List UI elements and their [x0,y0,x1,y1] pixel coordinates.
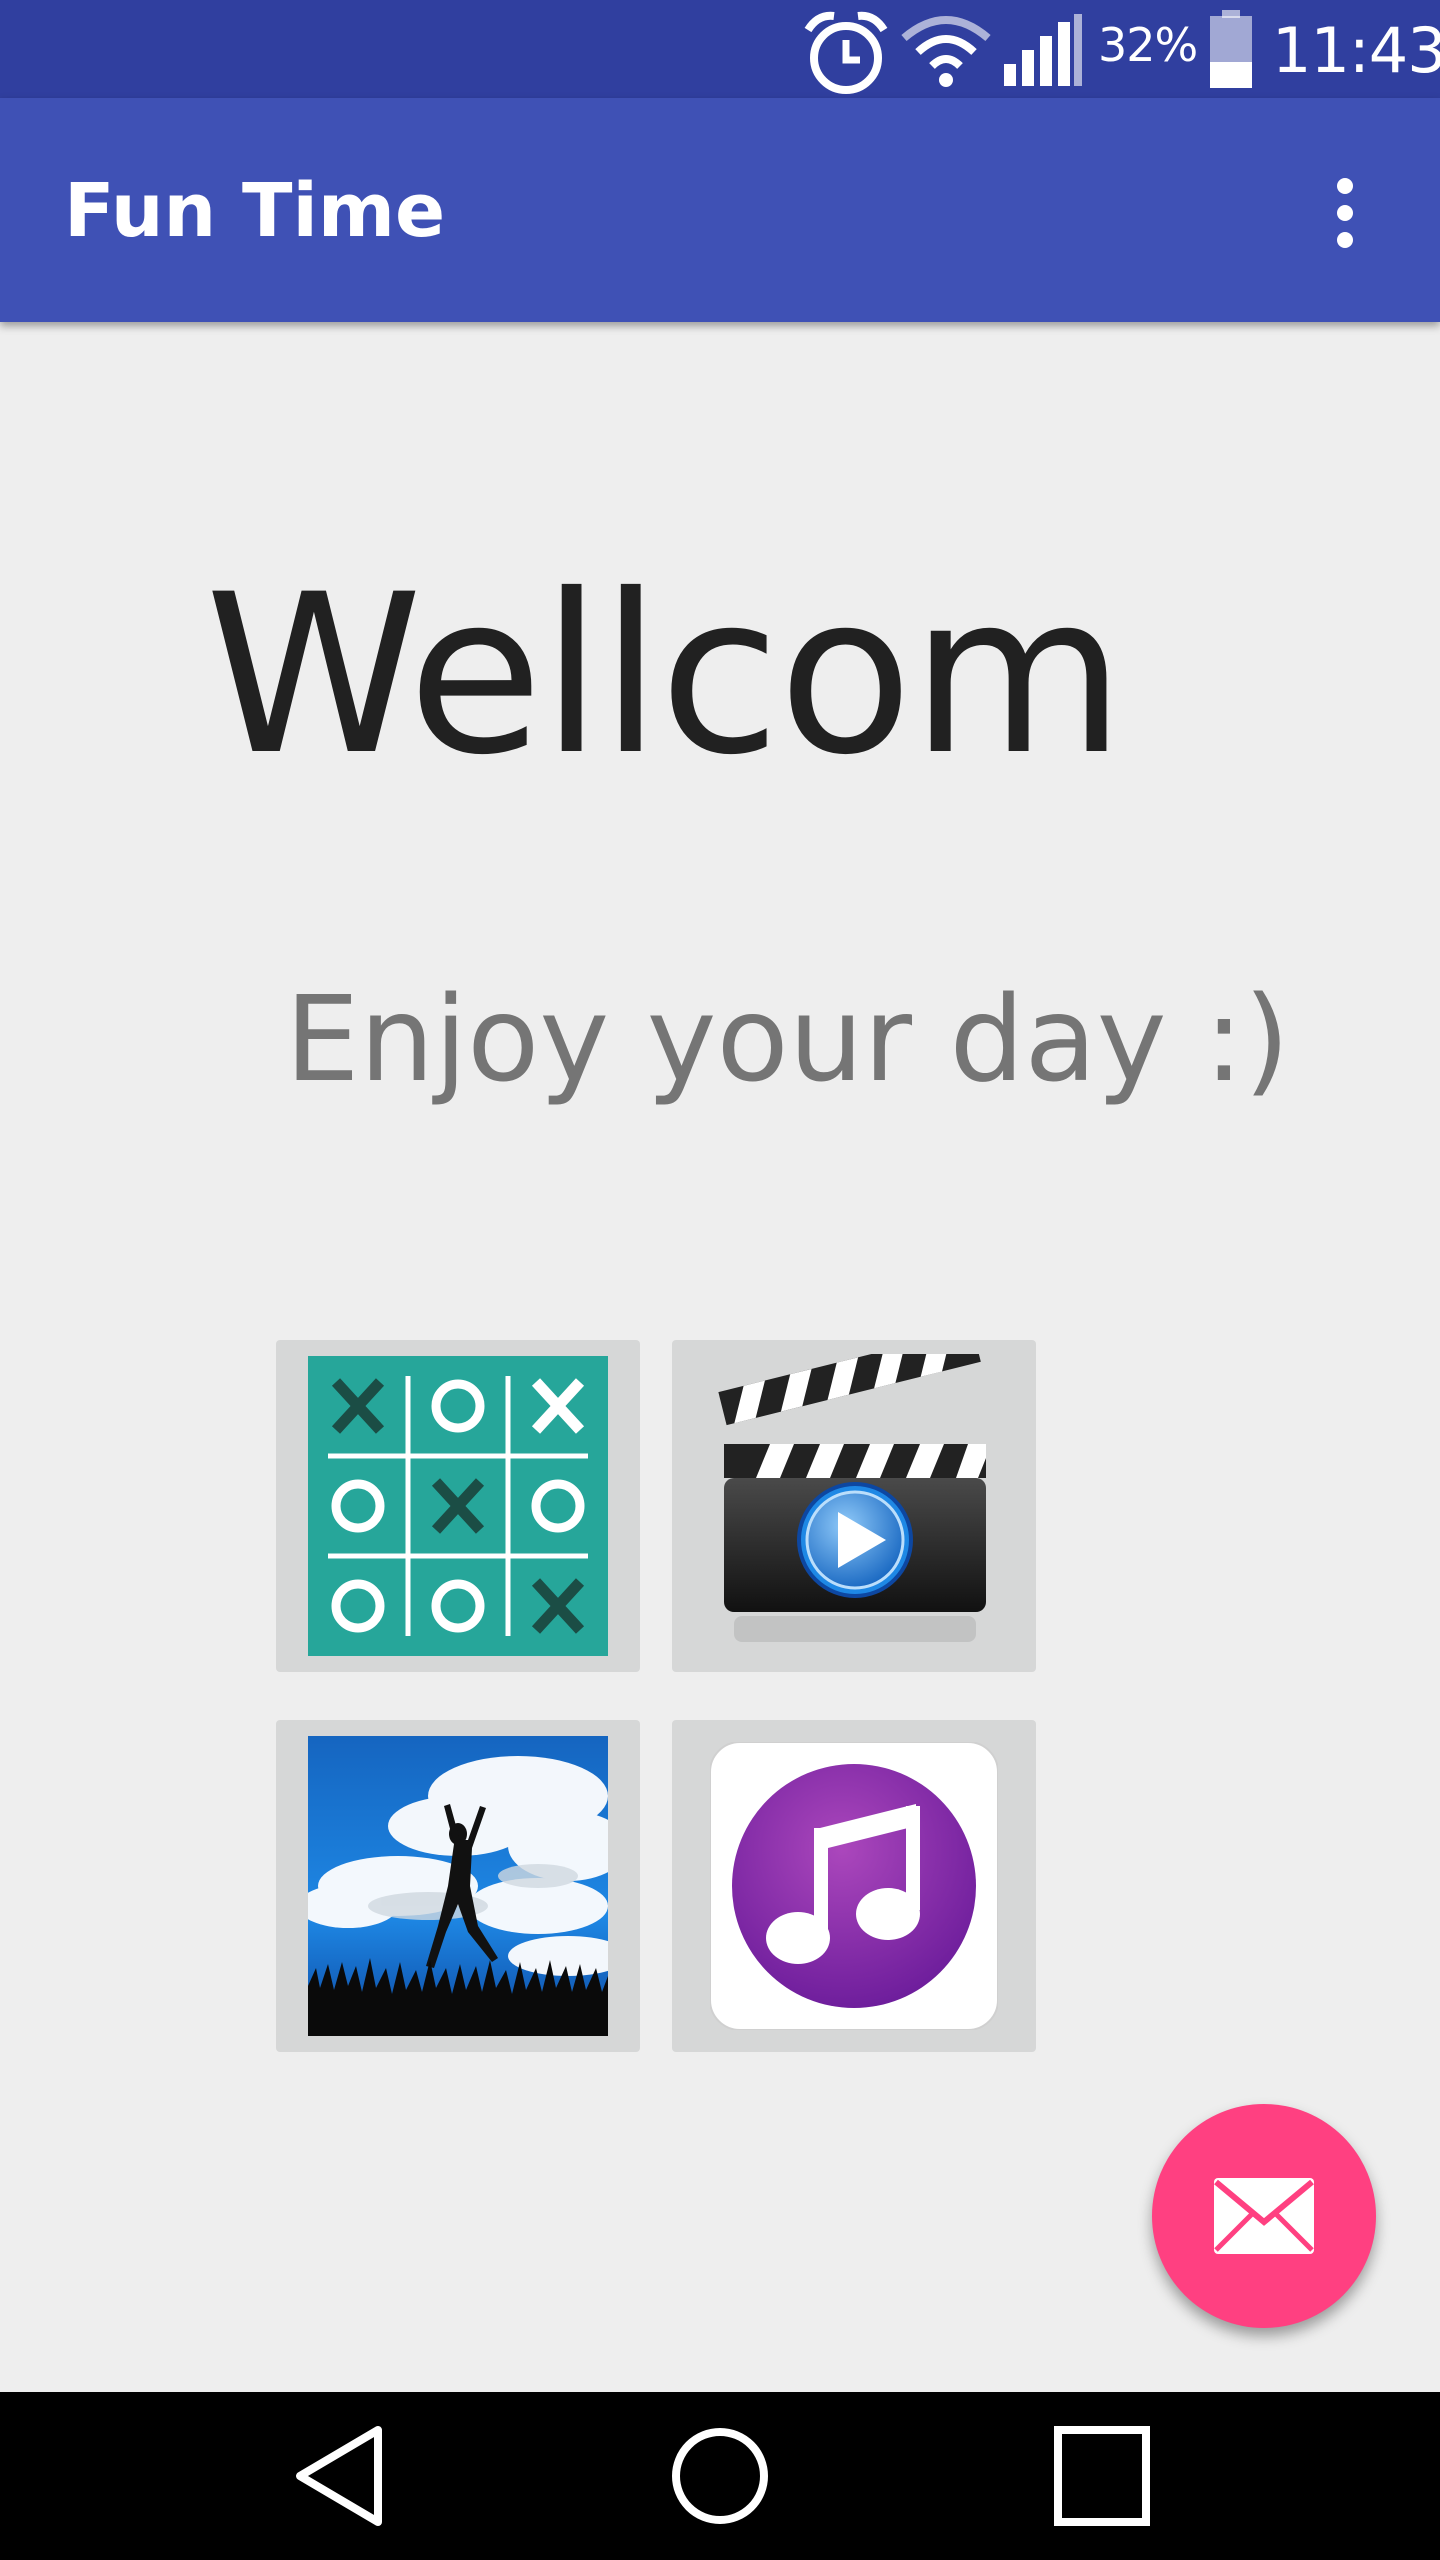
app-title: Fun Time [64,168,446,254]
music-button[interactable] [672,1720,1036,2052]
battery-percent: 32% [1098,18,1198,72]
tic-tac-toe-button[interactable] [276,1340,640,1672]
signal-icon [1004,14,1082,86]
email-fab-button[interactable] [1152,2104,1376,2328]
clapperboard-play-icon [718,1354,986,1642]
home-icon[interactable] [668,2416,772,2536]
video-button[interactable] [672,1340,1036,1672]
status-bar: 32% 11:43 [0,0,1440,98]
dancing-silhouette-photo [308,1736,608,2036]
battery-icon [1210,10,1252,88]
overflow-menu-button[interactable] [1310,168,1380,258]
alarm-icon [804,11,888,94]
music-note-icon [710,1742,998,2030]
tic-tac-toe-icon [308,1356,608,1656]
app-bar: Fun Time [0,98,1440,322]
wifi-icon [901,16,991,87]
clock: 11:43 [1272,14,1440,87]
welcome-heading: Wellcom [205,547,1125,803]
navigation-bar [0,2392,1440,2560]
photo-button[interactable] [276,1720,640,2052]
envelope-icon [1214,2178,1314,2254]
recents-icon[interactable] [1050,2416,1154,2536]
welcome-subtitle: Enjoy your day :) [285,970,1290,1108]
back-icon[interactable] [290,2416,390,2536]
